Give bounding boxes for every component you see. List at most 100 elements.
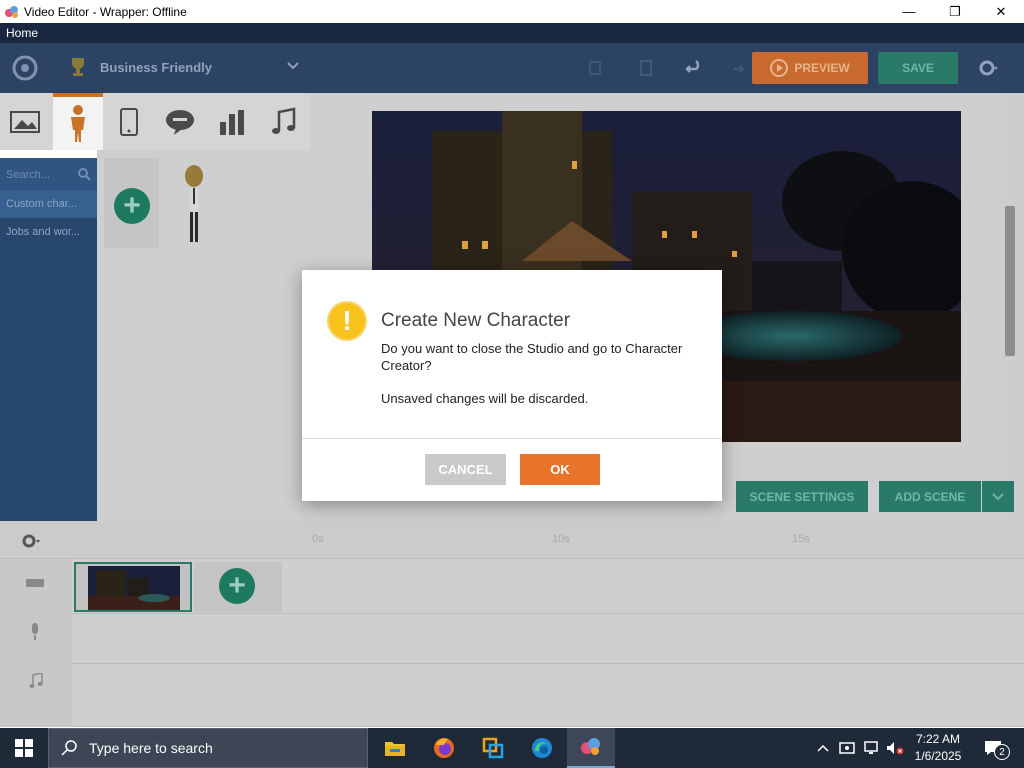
redo-icon[interactable]	[726, 58, 746, 78]
minimize-button[interactable]: —	[886, 0, 932, 23]
tab-backgrounds[interactable]	[0, 93, 50, 150]
library-tabs	[0, 93, 310, 150]
trophy-icon	[72, 58, 84, 76]
close-button[interactable]: ✕	[978, 0, 1024, 23]
preview-button[interactable]: PREVIEW	[752, 52, 868, 84]
character-thumbnail[interactable]	[181, 164, 207, 248]
cancel-button[interactable]: CANCEL	[425, 454, 506, 485]
theme-selector[interactable]: Business Friendly	[66, 55, 212, 79]
ok-button[interactable]: OK	[520, 454, 600, 485]
add-icon: +	[114, 188, 150, 224]
copy-icon[interactable]	[586, 58, 606, 78]
add-scene-button[interactable]: ADD SCENE	[879, 481, 981, 512]
studio-logo-icon[interactable]	[8, 53, 42, 83]
timeline-track-labels	[0, 559, 72, 727]
menu-home[interactable]: Home	[6, 26, 38, 40]
library-search-input[interactable]: Search...	[0, 158, 97, 190]
taskbar-search-box[interactable]: Type here to search	[48, 728, 368, 768]
taskbar-firefox[interactable]	[420, 728, 468, 768]
taskbar-search-placeholder: Type here to search	[89, 740, 213, 756]
timeline-settings-gear-icon[interactable]	[20, 531, 40, 551]
character-icon	[71, 104, 85, 142]
speech-bubble-icon	[166, 109, 194, 135]
taskbar-file-explorer[interactable]	[371, 728, 419, 768]
music-icon	[29, 673, 43, 688]
timeline-tick: 0s	[312, 533, 324, 545]
timeline-scene-thumbnail[interactable]	[74, 562, 192, 612]
wrapper-app-icon	[581, 738, 600, 755]
dialog-message: Do you want to close the Studio and go t…	[381, 341, 683, 373]
phone-icon	[120, 107, 138, 136]
image-icon	[10, 110, 40, 133]
timeline-voice-track	[72, 614, 1024, 664]
microphone-icon	[32, 623, 38, 640]
overlapping-squares-icon	[482, 737, 504, 759]
windows-taskbar: Type here to search 7:22 AM 1/6/2025 2	[0, 728, 1024, 768]
paste-icon[interactable]	[636, 58, 656, 78]
timeline-panel: 0s 10s 15s	[0, 521, 1024, 727]
dialog-divider	[302, 438, 722, 439]
video-track-icon	[26, 579, 44, 587]
taskbar-clock[interactable]: 7:22 AM 1/6/2025	[908, 731, 968, 765]
taskbar-edge[interactable]	[518, 728, 566, 768]
taskbar-app-squares[interactable]	[469, 728, 517, 768]
clock-date: 1/6/2025	[914, 749, 962, 763]
warning-icon: !	[327, 301, 367, 341]
edge-icon	[532, 738, 552, 758]
window-titlebar: Video Editor - Wrapper: Offline — ❐ ✕	[0, 0, 1024, 23]
tray-network-icon[interactable]	[860, 728, 882, 768]
scene-settings-button[interactable]: SCENE SETTINGS	[736, 481, 868, 512]
play-circle-icon	[770, 59, 789, 77]
dialog-title: Create New Character	[381, 310, 571, 331]
folder-icon	[385, 742, 405, 756]
maximize-button[interactable]: ❐	[932, 0, 978, 23]
timeline-tick: 15s	[792, 533, 810, 545]
save-button[interactable]: SAVE	[878, 52, 958, 84]
library-search-placeholder: Search...	[6, 169, 51, 181]
library-category-panel: Search... Custom char... Jobs and wor...	[0, 158, 97, 521]
music-icon	[272, 106, 296, 134]
tab-characters[interactable]	[53, 93, 103, 150]
start-button[interactable]	[0, 728, 48, 768]
add-scene-menu-button[interactable]	[982, 481, 1014, 512]
library-items-panel: +	[97, 150, 310, 521]
menubar: Home	[0, 23, 1024, 43]
timeline-add-scene-tile[interactable]: +	[194, 562, 282, 612]
undo-icon[interactable]	[684, 58, 704, 78]
tab-bubbles[interactable]	[155, 93, 205, 150]
search-icon	[61, 740, 77, 756]
chevron-down-icon[interactable]	[286, 59, 300, 73]
tray-overflow-chevron-icon[interactable]	[812, 728, 834, 768]
timeline-music-track	[72, 664, 1024, 727]
app-icon	[5, 5, 18, 18]
firefox-icon	[434, 738, 454, 758]
create-character-dialog: ! Create New Character Do you want to cl…	[302, 270, 722, 501]
windows-logo-icon	[15, 739, 33, 757]
clock-time: 7:22 AM	[915, 732, 961, 746]
search-icon	[78, 168, 91, 181]
tray-device-icon[interactable]	[836, 728, 858, 768]
preview-label: PREVIEW	[794, 61, 850, 75]
category-item[interactable]: Custom char...	[0, 190, 97, 218]
chart-icon	[220, 109, 244, 135]
notification-center-button[interactable]: 2	[976, 728, 1012, 768]
theme-name: Business Friendly	[100, 59, 212, 75]
notification-count: 2	[994, 744, 1010, 760]
chevron-down-icon	[992, 492, 1004, 500]
category-item[interactable]: Jobs and wor...	[0, 218, 97, 246]
settings-gear-icon[interactable]	[978, 57, 1000, 79]
taskbar-wrapper-offline[interactable]	[567, 728, 615, 768]
add-icon: +	[219, 568, 255, 604]
dialog-note: Unsaved changes will be discarded.	[381, 391, 589, 406]
add-character-tile[interactable]: +	[104, 158, 159, 248]
scene-thumbnail-image	[88, 566, 180, 610]
timeline-ruler: 0s 10s 15s	[0, 521, 1024, 559]
tab-props[interactable]	[104, 93, 154, 150]
tab-charts[interactable]	[207, 93, 257, 150]
tab-sounds[interactable]	[259, 93, 309, 150]
stage-scrollbar-thumb[interactable]	[1005, 206, 1015, 356]
timeline-tick: 10s	[552, 533, 570, 545]
studio-toolbar: Business Friendly PREVIEW SAVE	[0, 43, 1024, 93]
tray-volume-muted-icon[interactable]	[884, 728, 906, 768]
window-title: Video Editor - Wrapper: Offline	[24, 4, 187, 19]
